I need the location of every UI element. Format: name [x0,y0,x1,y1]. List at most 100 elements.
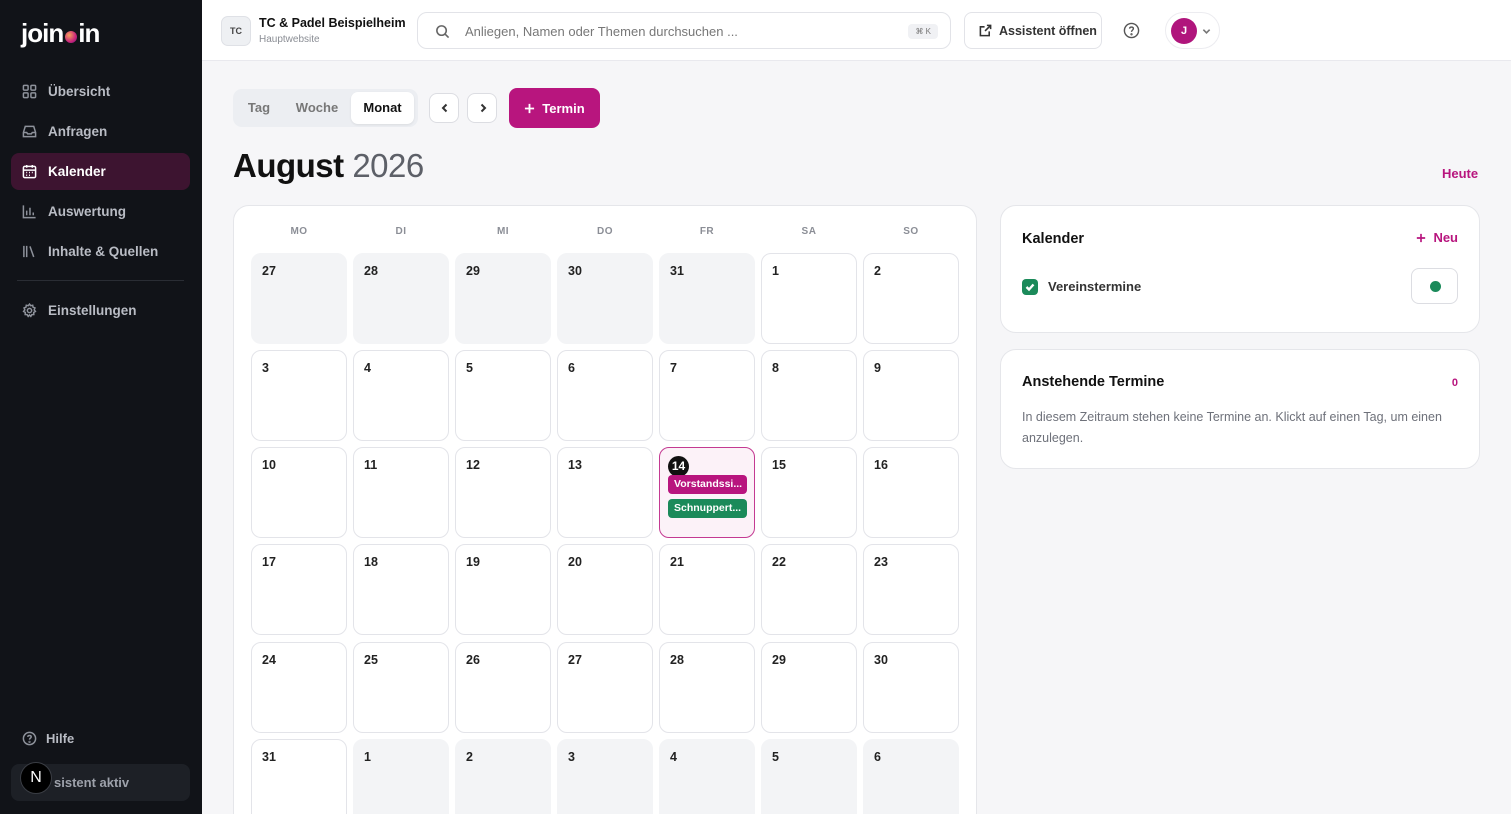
month-label: August [233,147,344,184]
day-number: 23 [874,555,888,569]
sidebar: join in Übersicht Anfragen Kalender Auswe… [0,0,202,814]
day-cell[interactable]: 11 [353,447,449,538]
day-cell[interactable]: 31 [659,253,755,344]
sidebar-item-uebersicht[interactable]: Übersicht [11,73,190,110]
day-cell[interactable]: 4 [659,739,755,814]
day-number: 5 [466,361,473,375]
day-cell[interactable]: 17 [251,544,347,635]
tab-woche[interactable]: Woche [285,92,349,124]
day-number: 19 [466,555,480,569]
day-cell[interactable]: 27 [251,253,347,344]
day-number: 30 [874,653,888,667]
day-cell[interactable]: 16 [863,447,959,538]
day-cell[interactable]: 4 [353,350,449,441]
day-cell[interactable]: 7 [659,350,755,441]
calendar-event[interactable]: Vorstandssi... [668,475,747,494]
day-cell[interactable]: 2 [863,253,959,344]
day-cell[interactable]: 15 [761,447,857,538]
day-cell[interactable]: 23 [863,544,959,635]
calendar-checkbox[interactable] [1022,279,1038,295]
calendars-panel: Kalender Neu Vereinstermine [1000,205,1480,333]
day-number: 31 [670,264,684,278]
day-cell[interactable]: 5 [761,739,857,814]
n-badge-icon[interactable]: N [20,762,52,794]
month-calendar: MO DI MI DO FR SA SO 27 28 29 30 31 1 2 3 4 5 6 7 8 9 10 11 12 1… [233,205,977,814]
day-cell[interactable]: 1 [761,253,857,344]
today-button[interactable]: Heute [1442,166,1478,181]
day-cell-today[interactable]: 14 Vorstandssi... Schnuppert... [659,447,755,538]
search-input[interactable]: Anliegen, Namen oder Themen durchsuchen … [417,12,951,49]
day-cell[interactable]: 24 [251,642,347,733]
day-number: 29 [772,653,786,667]
tab-monat[interactable]: Monat [351,92,414,124]
sidebar-item-inhalte-quellen[interactable]: Inhalte & Quellen [11,233,190,270]
day-cell[interactable]: 28 [353,253,449,344]
day-cell[interactable]: 27 [557,642,653,733]
day-cell[interactable]: 12 [455,447,551,538]
help-icon[interactable] [1123,22,1140,39]
new-calendar-button[interactable]: Neu [1416,230,1458,245]
day-cell[interactable]: 18 [353,544,449,635]
calendar-event[interactable]: Schnuppert... [668,499,747,518]
day-cell[interactable]: 19 [455,544,551,635]
day-cell[interactable]: 22 [761,544,857,635]
day-number: 26 [466,653,480,667]
day-number: 11 [364,458,378,472]
day-number: 8 [772,361,779,375]
day-cell[interactable]: 31 [251,739,347,814]
check-icon [1025,283,1035,292]
day-cell[interactable]: 1 [353,739,449,814]
prev-month-button[interactable] [429,93,459,123]
day-cell[interactable]: 3 [251,350,347,441]
day-cell[interactable]: 2 [455,739,551,814]
add-termin-button[interactable]: Termin [509,88,600,128]
day-cell[interactable]: 5 [455,350,551,441]
day-cell[interactable]: 30 [863,642,959,733]
upcoming-count-badge: 0 [1451,377,1458,389]
day-cell[interactable]: 20 [557,544,653,635]
calendar-color-button[interactable] [1411,268,1458,304]
year-label: 2026 [352,147,424,184]
day-number: 27 [568,653,582,667]
day-cell[interactable]: 26 [455,642,551,733]
library-icon [23,245,35,258]
day-cell[interactable]: 3 [557,739,653,814]
day-number: 2 [874,264,881,278]
calendars-panel-title: Kalender [1022,231,1085,247]
day-cell[interactable]: 21 [659,544,755,635]
calendar-name[interactable]: Vereinstermine [1048,279,1141,294]
day-number: 9 [874,361,881,375]
day-number: 17 [262,555,276,569]
weekday-header: DO [597,226,613,237]
calendar-icon [22,164,37,179]
day-number: 16 [874,458,888,472]
org-subtitle: Hauptwebsite [259,34,320,45]
help-link[interactable]: Hilfe [22,731,74,746]
day-cell[interactable]: 30 [557,253,653,344]
user-menu[interactable]: J [1165,12,1220,49]
org-badge[interactable]: TC [221,16,251,46]
day-cell[interactable]: 10 [251,447,347,538]
app-logo[interactable]: join in [21,18,100,49]
sidebar-item-anfragen[interactable]: Anfragen [11,113,190,150]
weekday-header: SO [903,226,919,237]
day-cell[interactable]: 25 [353,642,449,733]
sidebar-item-kalender[interactable]: Kalender [11,153,190,190]
sidebar-item-auswertung[interactable]: Auswertung [11,193,190,230]
day-cell[interactable]: 29 [455,253,551,344]
org-name[interactable]: TC & Padel Beispielheim [259,16,406,30]
day-number: 5 [772,750,779,764]
day-cell[interactable]: 6 [863,739,959,814]
next-month-button[interactable] [467,93,497,123]
day-cell[interactable]: 13 [557,447,653,538]
weekday-header: FR [699,226,715,237]
sidebar-item-einstellungen[interactable]: Einstellungen [11,292,190,329]
day-cell[interactable]: 29 [761,642,857,733]
day-cell[interactable]: 28 [659,642,755,733]
day-cell[interactable]: 6 [557,350,653,441]
color-dot-icon [1430,281,1441,292]
day-cell[interactable]: 8 [761,350,857,441]
day-cell[interactable]: 9 [863,350,959,441]
tab-tag[interactable]: Tag [237,92,281,124]
open-assistant-button[interactable]: Assistent öffnen [964,12,1102,49]
